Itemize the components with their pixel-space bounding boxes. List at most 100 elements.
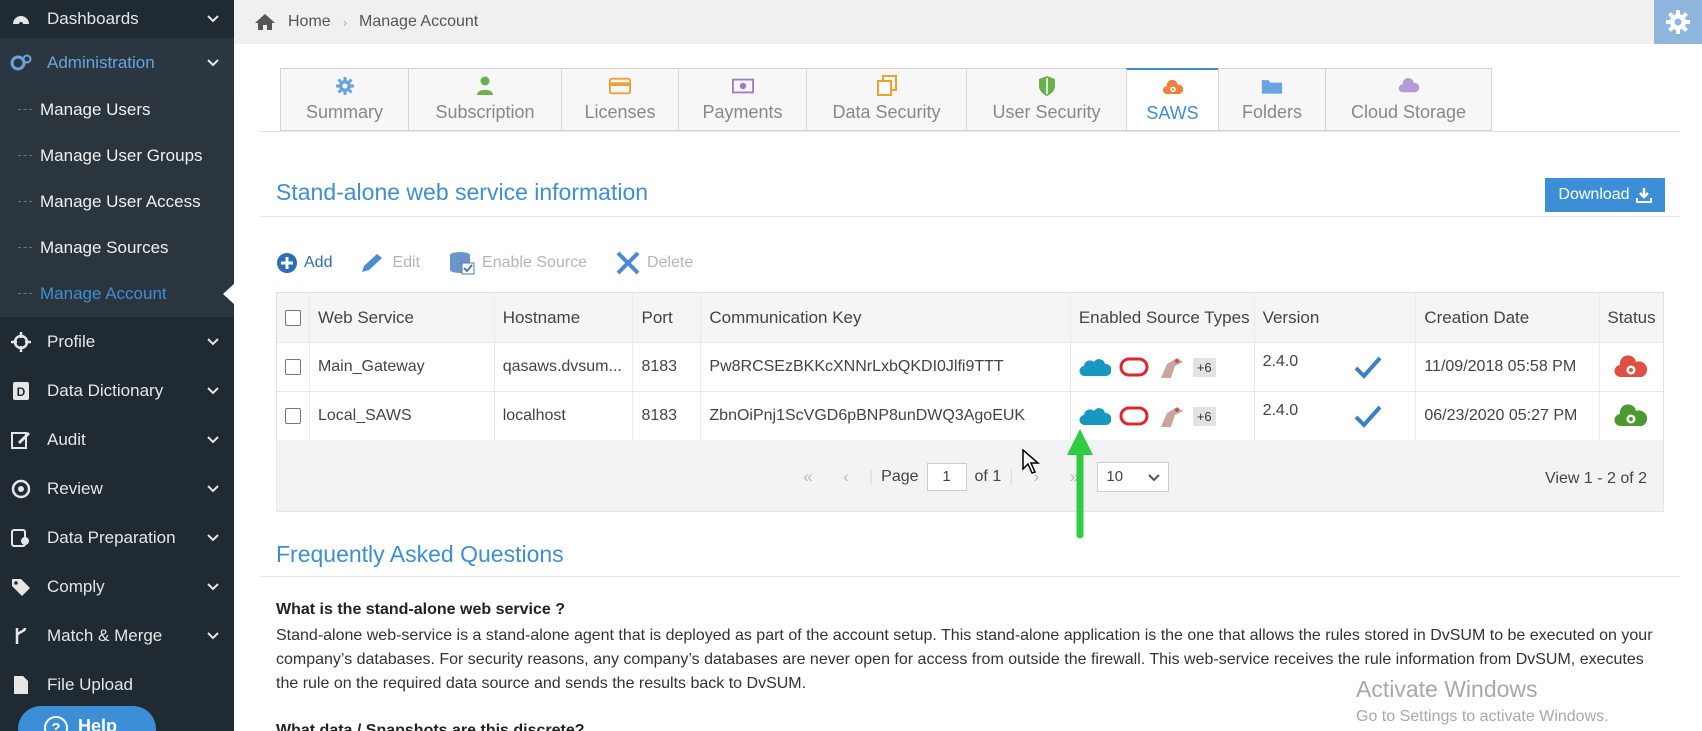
merge-icon: [10, 625, 32, 647]
tab-divider: [261, 131, 1680, 132]
nav-comply[interactable]: Comply: [0, 562, 234, 611]
view-info: View 1 - 2 of 2: [1545, 470, 1647, 487]
pager-controls: « ‹ | Page 1 of 1 | › » 10: [793, 462, 1170, 492]
checkmark-icon: [1354, 405, 1382, 428]
edit-label: Edit: [392, 254, 421, 271]
chevron-down-icon: [207, 484, 219, 492]
select-all-checkbox[interactable]: [284, 309, 301, 326]
tag-icon: [10, 576, 32, 598]
nav-profile[interactable]: Profile: [0, 317, 234, 366]
tab-licenses[interactable]: Licenses: [561, 68, 678, 131]
column-header[interactable]: Communication Key: [701, 293, 1071, 342]
enable-source-button[interactable]: Enable Source: [448, 251, 587, 275]
nav-label: Review: [47, 478, 103, 498]
delete-button[interactable]: Delete: [615, 250, 693, 276]
faq-question: What is the stand-alone web service ?: [276, 601, 565, 618]
salesforce-icon[interactable]: [1079, 405, 1111, 427]
question-icon: ?: [44, 716, 68, 731]
oracle-icon[interactable]: [1119, 405, 1149, 427]
sidebar-item-manage-user-access[interactable]: Manage User Access: [0, 179, 234, 225]
hadoop-icon[interactable]: [1157, 354, 1185, 380]
column-header[interactable]: Creation Date: [1416, 293, 1601, 342]
row-checkbox[interactable]: [284, 408, 301, 424]
tab-data-security[interactable]: Data Security: [806, 68, 966, 131]
chevron-down-icon: [207, 435, 219, 443]
delete-label: Delete: [647, 254, 694, 271]
nav-match-merge[interactable]: Match & Merge: [0, 611, 234, 660]
communication-key-cell: ZbnOiPnj1ScVGD6pBNP8unDWQ3AgoEUK: [701, 392, 1071, 440]
enable-source-label: Enable Source: [482, 254, 588, 271]
faq-divider: [261, 576, 1680, 577]
page-label: Page: [881, 468, 919, 485]
pager-separator: |: [869, 468, 874, 485]
tab-folders[interactable]: Folders: [1218, 68, 1325, 131]
edit-icon: [10, 429, 32, 451]
tab-saws[interactable]: SAWS: [1126, 68, 1218, 131]
download-label: Download: [1558, 186, 1630, 203]
status-cloud-ok-icon[interactable]: [1614, 404, 1650, 428]
column-header[interactable]: Enabled Source Types: [1071, 293, 1255, 342]
tab-cloud-storage[interactable]: Cloud Storage: [1325, 68, 1492, 131]
nav-label: File Upload: [47, 674, 133, 694]
column-header[interactable]: Web Service: [310, 293, 495, 342]
sidebar-item-manage-sources[interactable]: Manage Sources: [0, 225, 234, 271]
help-button[interactable]: ? Help: [18, 706, 156, 731]
tab-label: Data Security: [832, 102, 941, 122]
data-prep-icon: [10, 527, 32, 549]
pencil-icon: [362, 254, 383, 272]
add-button[interactable]: Add: [276, 252, 332, 274]
nav-administration[interactable]: Administration: [0, 38, 234, 87]
table-row[interactable]: Main_Gateway qasaws.dvsum... 8183 Pw8RCS…: [277, 343, 1663, 392]
salesforce-icon[interactable]: [1079, 356, 1111, 378]
nav-file-upload[interactable]: File Upload: [0, 660, 234, 709]
column-header[interactable]: Status: [1600, 293, 1663, 342]
hadoop-icon[interactable]: [1157, 403, 1185, 429]
database-check-icon: [450, 252, 475, 275]
settings-button[interactable]: [1654, 0, 1702, 44]
chevron-down-icon: [1148, 474, 1161, 482]
tab-subscription[interactable]: Subscription: [408, 68, 561, 131]
edit-button[interactable]: Edit: [360, 252, 420, 274]
web-service-cell: Main_Gateway: [310, 343, 495, 391]
column-header[interactable]: Hostname: [495, 293, 634, 342]
nav-dashboards[interactable]: Dashboards: [0, 0, 234, 38]
tab-payments[interactable]: Payments: [678, 68, 806, 131]
home-icon[interactable]: [254, 13, 276, 31]
tab-user-security[interactable]: User Security: [966, 68, 1126, 131]
row-checkbox[interactable]: [284, 359, 301, 375]
chevron-down-icon: [207, 58, 219, 66]
faq-question: What data / Snapshots are this discrete?: [276, 722, 585, 731]
page-input[interactable]: 1: [926, 463, 967, 491]
sidebar-item-manage-users[interactable]: Manage Users: [0, 87, 234, 133]
oracle-icon[interactable]: [1119, 356, 1149, 378]
download-button[interactable]: Download: [1545, 178, 1665, 212]
sidebar-item-manage-account[interactable]: Manage Account: [0, 271, 235, 317]
page-size-select[interactable]: 10: [1097, 462, 1170, 492]
first-page-icon[interactable]: «: [793, 467, 823, 487]
breadcrumb-home[interactable]: Home: [288, 13, 331, 31]
shield-icon: [1036, 76, 1058, 96]
chevron-down-icon: [207, 386, 219, 394]
nav-data-dictionary[interactable]: D Data Dictionary: [0, 366, 234, 415]
nav-audit[interactable]: Audit: [0, 415, 234, 464]
column-header[interactable]: Port: [633, 293, 702, 342]
table-row[interactable]: Local_SAWS localhost 8183 ZbnOiPnj1ScVGD…: [277, 392, 1663, 441]
nav-review[interactable]: Review: [0, 464, 234, 513]
status-cloud-error-icon[interactable]: [1614, 355, 1650, 379]
more-sources-badge[interactable]: +6: [1192, 406, 1216, 426]
saws-table: Web Service Hostname Port Communication …: [276, 292, 1664, 441]
row-select-cell: [277, 392, 310, 440]
section-title: Stand-alone web service information: [276, 179, 649, 205]
section-divider: [261, 216, 1680, 217]
nav-label: Comply: [47, 576, 105, 596]
chevron-down-icon: [207, 337, 219, 345]
tab-summary[interactable]: Summary: [280, 68, 408, 131]
mouse-cursor-icon: [1022, 449, 1040, 474]
column-header[interactable]: Version: [1255, 293, 1417, 342]
nav-data-preparation[interactable]: Data Preparation: [0, 513, 234, 562]
sidebar-item-manage-user-groups[interactable]: Manage User Groups: [0, 133, 234, 179]
account-tabs: Summary Subscription Licenses Payments D…: [280, 68, 1492, 131]
more-sources-badge[interactable]: +6: [1192, 357, 1216, 377]
chevron-down-icon: [207, 533, 219, 541]
prev-page-icon[interactable]: ‹: [831, 467, 861, 487]
